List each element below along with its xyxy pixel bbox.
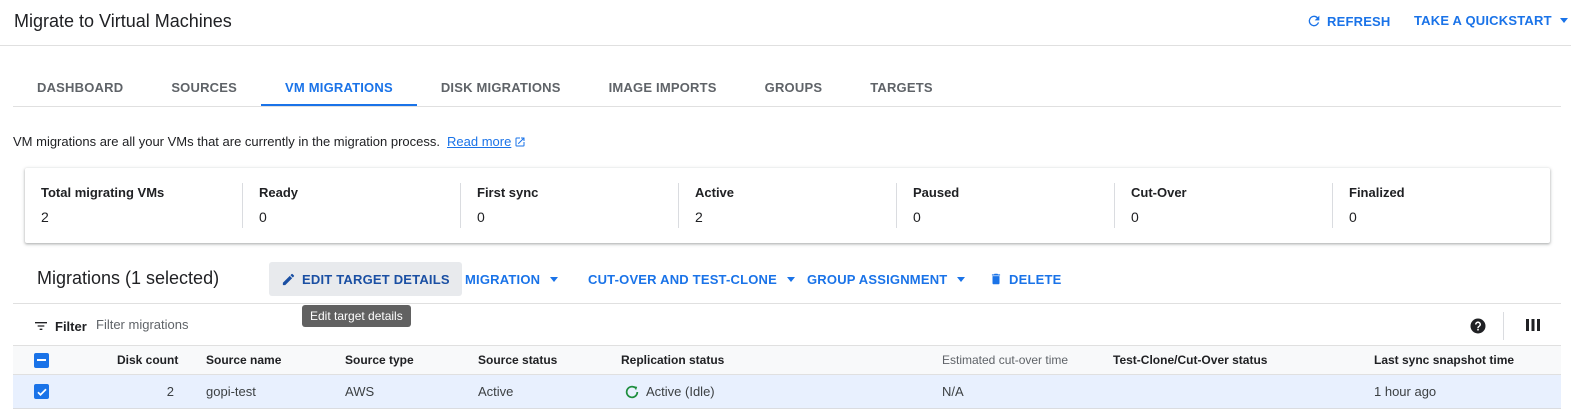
migration-menu-button[interactable]: MIGRATION [453,262,570,296]
filter-label: Filter [55,318,87,334]
columns-icon[interactable] [1525,317,1541,338]
stat-value: 0 [1131,209,1139,225]
stat-first-sync: First sync 0 [460,183,678,228]
stat-label: Finalized [1349,185,1405,200]
read-more-link[interactable]: Read more [447,134,526,149]
stat-label: Total migrating VMs [41,185,165,200]
col-replication-status[interactable]: Replication status [621,346,724,374]
page-title: Migrate to Virtual Machines [14,11,232,31]
refresh-icon [1308,15,1320,27]
group-assignment-label: GROUP ASSIGNMENT [807,271,948,287]
stat-value: 2 [41,209,49,225]
help-icon[interactable] [1469,317,1487,340]
filter-bar: Filter [13,306,1561,346]
stat-cut-over: Cut-Over 0 [1114,183,1332,228]
stat-label: Ready [259,185,299,200]
stat-label: Cut-Over [1131,185,1187,200]
migrations-title: Migrations (1 selected) [37,268,220,288]
intro-text: VM migrations are all your VMs that are … [13,134,526,149]
delete-label: DELETE [1009,271,1062,287]
row-checkbox[interactable] [34,375,49,408]
cell-last-sync: 1 hour ago [1374,384,1437,399]
migrations-toolbar: Migrations (1 selected) EDIT TARGET DETA… [13,260,1561,304]
external-link-icon [515,137,525,146]
checkbox-icon [34,384,49,399]
trash-icon [991,273,1001,285]
edit-target-details-button[interactable]: EDIT TARGET DETAILS [269,262,462,296]
col-source-status[interactable]: Source status [478,346,557,374]
stat-total-migrating: Total migrating VMs 2 [25,183,242,228]
quickstart-label: TAKE A QUICKSTART [1414,13,1552,28]
delete-button[interactable]: DELETE [977,262,1073,296]
tab-vm-migrations[interactable]: VM MIGRATIONS [261,70,417,106]
col-last-sync[interactable]: Last sync snapshot time [1374,346,1514,374]
stat-value: 0 [477,209,485,225]
tab-targets[interactable]: TARGETS [846,70,957,106]
stat-paused: Paused 0 [896,183,1114,228]
table-header: Disk count Source name Source type Sourc… [13,346,1561,375]
tab-sources[interactable]: SOURCES [147,70,261,106]
stat-label: Active [695,185,735,200]
stat-value: 0 [913,209,921,225]
filter-icon [35,322,47,330]
cell-replication-status: Active (Idle) [624,375,715,408]
stat-active: Active 2 [678,183,896,228]
stat-value: 0 [259,209,267,225]
quickstart-button[interactable]: TAKE A QUICKSTART [1414,13,1568,28]
col-source-name[interactable]: Source name [206,346,281,374]
stat-value: 0 [1349,209,1357,225]
pencil-icon [282,273,295,285]
tab-dashboard[interactable]: DASHBOARD [13,70,147,106]
cutover-label: CUT-OVER AND TEST-CLONE [588,271,778,287]
tab-bar: DASHBOARD SOURCES VM MIGRATIONS DISK MIG… [13,70,1561,107]
edit-target-details-label: EDIT TARGET DETAILS [302,271,450,287]
cell-source-name: gopi-test [206,384,256,399]
chevron-down-icon [957,276,966,282]
table-row[interactable]: 2 gopi-test AWS Active Active (Idle) N/A… [13,375,1561,409]
read-more-label: Read more [447,134,512,149]
chevron-down-icon [550,276,559,282]
group-assignment-button[interactable]: GROUP ASSIGNMENT [795,262,977,296]
divider [1503,312,1504,340]
intro-description: VM migrations are all your VMs that are … [13,134,441,149]
cell-disk-count: 2 [166,384,174,399]
filter-input[interactable] [96,317,276,332]
cell-estimated-cutover: N/A [942,384,964,399]
replication-status-text: Active (Idle) [646,384,715,399]
stat-value: 2 [695,209,703,225]
refresh-label: REFRESH [1327,13,1391,29]
status-success-icon [625,385,639,398]
col-source-type[interactable]: Source type [345,346,414,374]
app-header: Migrate to Virtual Machines REFRESH TAKE… [0,0,1571,46]
tab-disk-migrations[interactable]: DISK MIGRATIONS [417,70,585,106]
chevron-down-icon [1559,18,1568,23]
cutover-test-clone-button[interactable]: CUT-OVER AND TEST-CLONE [576,262,807,296]
tab-image-imports[interactable]: IMAGE IMPORTS [585,70,741,106]
checkbox-icon [34,352,49,368]
cell-source-status: Active [478,384,514,399]
filter-button[interactable]: Filter [33,318,87,334]
stat-label: First sync [477,185,539,200]
stat-finalized: Finalized 0 [1332,183,1550,228]
edit-target-details-tooltip: Edit target details [302,305,411,327]
col-estimated-cutover[interactable]: Estimated cut-over time [942,346,1068,374]
migration-label: MIGRATION [465,271,541,287]
chevron-down-icon [787,276,796,282]
col-test-clone-status[interactable]: Test-Clone/Cut-Over status [1113,346,1267,374]
select-all-checkbox[interactable] [34,346,49,374]
tab-groups[interactable]: GROUPS [741,70,847,106]
stat-label: Paused [913,185,960,200]
col-disk-count[interactable]: Disk count [117,346,178,374]
refresh-button[interactable]: REFRESH [1306,13,1391,29]
stat-ready: Ready 0 [242,183,460,228]
cell-source-type: AWS [345,384,375,399]
migration-stats-card: Total migrating VMs 2 Ready 0 First sync… [25,168,1550,243]
